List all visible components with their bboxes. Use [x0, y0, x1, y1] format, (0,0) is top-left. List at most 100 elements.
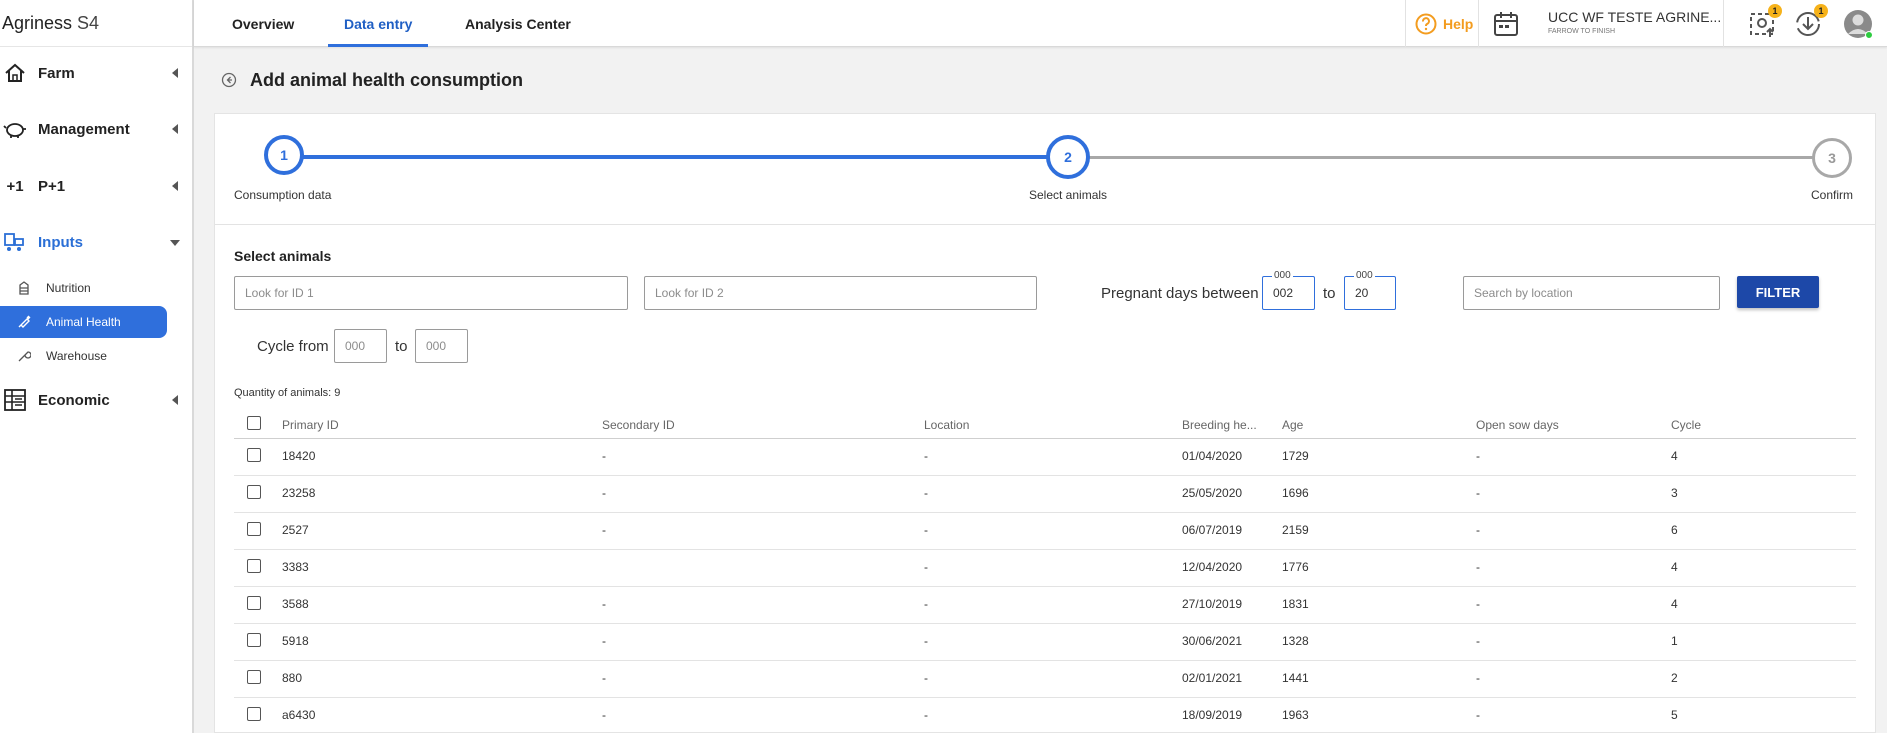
help-icon	[1415, 13, 1437, 34]
column-header-cycle[interactable]: Cycle	[1671, 418, 1701, 432]
cell-age: 1328	[1282, 634, 1309, 648]
row-checkbox[interactable]	[247, 522, 261, 536]
row-divider	[234, 475, 1856, 476]
location-search-input[interactable]	[1463, 276, 1720, 310]
cell-breeding: 30/06/2021	[1182, 634, 1243, 648]
tab-analysis-center[interactable]: Analysis Center	[465, 0, 571, 47]
row-checkbox[interactable]	[247, 559, 261, 573]
cell-open-sow-days: -	[1476, 597, 1480, 611]
cell-age: 2159	[1282, 523, 1309, 537]
farm-selector[interactable]: UCC WF TESTE AGRINE... FARROW TO FINISH	[1548, 9, 1721, 35]
cycle-from-label: Cycle from	[257, 338, 329, 355]
row-checkbox[interactable]	[247, 596, 261, 610]
cell-cycle: 1	[1671, 634, 1678, 648]
cell-age: 1963	[1282, 708, 1309, 722]
pregnant-to-input[interactable]	[1344, 276, 1396, 310]
cell-age: 1776	[1282, 560, 1309, 574]
cell-open-sow-days: -	[1476, 560, 1480, 574]
sidebar-item-farm[interactable]: Farm	[0, 55, 192, 91]
farm-type: FARROW TO FINISH	[1548, 28, 1616, 35]
sidebar-item-p1[interactable]: +1 P+1	[0, 168, 192, 204]
column-header-age[interactable]: Age	[1282, 418, 1303, 432]
piggy-icon	[2, 117, 28, 141]
sidebar-subitem-nutrition[interactable]: Nutrition	[0, 272, 167, 304]
plus-one-icon: +1	[6, 177, 24, 195]
row-divider	[234, 512, 1856, 513]
spreadsheet-icon	[2, 388, 28, 412]
download-button[interactable]: 1	[1794, 0, 1828, 47]
cell-breeding: 01/04/2020	[1182, 449, 1243, 463]
help-button[interactable]: Help	[1415, 0, 1473, 47]
sidebar-item-economic[interactable]: Economic	[0, 382, 192, 418]
cell-open-sow-days: -	[1476, 634, 1480, 648]
column-header-open-sow-days[interactable]: Open sow days	[1476, 418, 1559, 432]
cell-age: 1441	[1282, 671, 1309, 685]
stepper-pending-line	[1089, 156, 1815, 159]
cell-breeding: 12/04/2020	[1182, 560, 1243, 574]
column-header-secondary-id[interactable]: Secondary ID	[602, 418, 675, 432]
cell-primary-id: 2527	[282, 523, 309, 537]
brand-logo[interactable]: Agriness S4	[0, 0, 192, 47]
row-checkbox[interactable]	[247, 448, 261, 462]
step-1-label: Consumption data	[234, 188, 332, 202]
cell-cycle: 5	[1671, 708, 1678, 722]
pregnant-days-label: Pregnant days between	[1101, 285, 1259, 302]
brand-suffix: S4	[77, 12, 100, 33]
row-divider	[234, 697, 1856, 698]
cell-location: -	[924, 449, 928, 463]
cell-cycle: 3	[1671, 486, 1678, 500]
row-checkbox[interactable]	[247, 670, 261, 684]
row-checkbox[interactable]	[247, 707, 261, 721]
select-all-checkbox[interactable]	[247, 416, 261, 430]
cell-age: 1831	[1282, 597, 1309, 611]
column-header-primary-id[interactable]: Primary ID	[282, 418, 339, 432]
step-1-circle: 1	[264, 135, 304, 175]
id1-search-input[interactable]	[234, 276, 628, 310]
cell-breeding: 18/09/2019	[1182, 708, 1243, 722]
cell-cycle: 2	[1671, 671, 1678, 685]
sidebar-item-label: Farm	[38, 64, 75, 82]
caret-down-icon	[170, 240, 180, 246]
avatar-icon	[1844, 9, 1873, 39]
sidebar-subitem-animal-health[interactable]: Animal Health	[0, 306, 167, 338]
silo-icon	[14, 281, 34, 295]
step-3-label: Confirm	[1811, 188, 1854, 202]
cell-secondary-id: -	[602, 523, 606, 537]
id2-search-input[interactable]	[644, 276, 1037, 310]
farm-name: UCC WF TESTE AGRINE...	[1548, 9, 1722, 25]
cell-location: -	[924, 560, 928, 574]
back-icon[interactable]	[221, 72, 237, 88]
sidebar-subitem-warehouse[interactable]: Warehouse	[0, 340, 167, 372]
notification-badge: 1	[1814, 4, 1828, 18]
filter-button[interactable]: FILTER	[1737, 276, 1819, 308]
column-header-breeding[interactable]: Breeding he...	[1182, 418, 1257, 432]
cell-breeding: 27/10/2019	[1182, 597, 1243, 611]
cell-cycle: 4	[1671, 560, 1678, 574]
cell-secondary-id: -	[602, 708, 606, 722]
pregnant-from-input[interactable]	[1262, 276, 1315, 310]
row-checkbox[interactable]	[247, 633, 261, 647]
user-avatar[interactable]	[1843, 0, 1873, 47]
help-label: Help	[1443, 15, 1474, 32]
cycle-to-input[interactable]	[415, 329, 468, 363]
sidebar-item-label: P+1	[38, 177, 66, 195]
pregnant-to-hint: 000	[1354, 270, 1375, 281]
sidebar-item-management[interactable]: Management	[0, 111, 192, 147]
cell-age: 1696	[1282, 486, 1309, 500]
calendar-button[interactable]	[1493, 0, 1519, 47]
row-checkbox[interactable]	[247, 485, 261, 499]
caret-left-icon	[172, 124, 178, 134]
header-divider	[234, 438, 1856, 439]
inputs-icon	[2, 230, 28, 254]
tab-data-entry[interactable]: Data entry	[327, 0, 430, 47]
column-header-location[interactable]: Location	[924, 418, 969, 432]
sidebar-subitem-label: Nutrition	[46, 281, 91, 295]
tab-overview[interactable]: Overview	[232, 0, 294, 47]
cell-location: -	[924, 486, 928, 500]
cell-cycle: 4	[1671, 449, 1678, 463]
sidebar-item-inputs[interactable]: Inputs	[0, 224, 192, 260]
step-3-circle: 3	[1812, 138, 1852, 178]
cycle-from-input[interactable]	[334, 329, 387, 363]
step-2-label: Select animals	[1029, 188, 1108, 202]
scan-button[interactable]: 1	[1748, 0, 1782, 47]
